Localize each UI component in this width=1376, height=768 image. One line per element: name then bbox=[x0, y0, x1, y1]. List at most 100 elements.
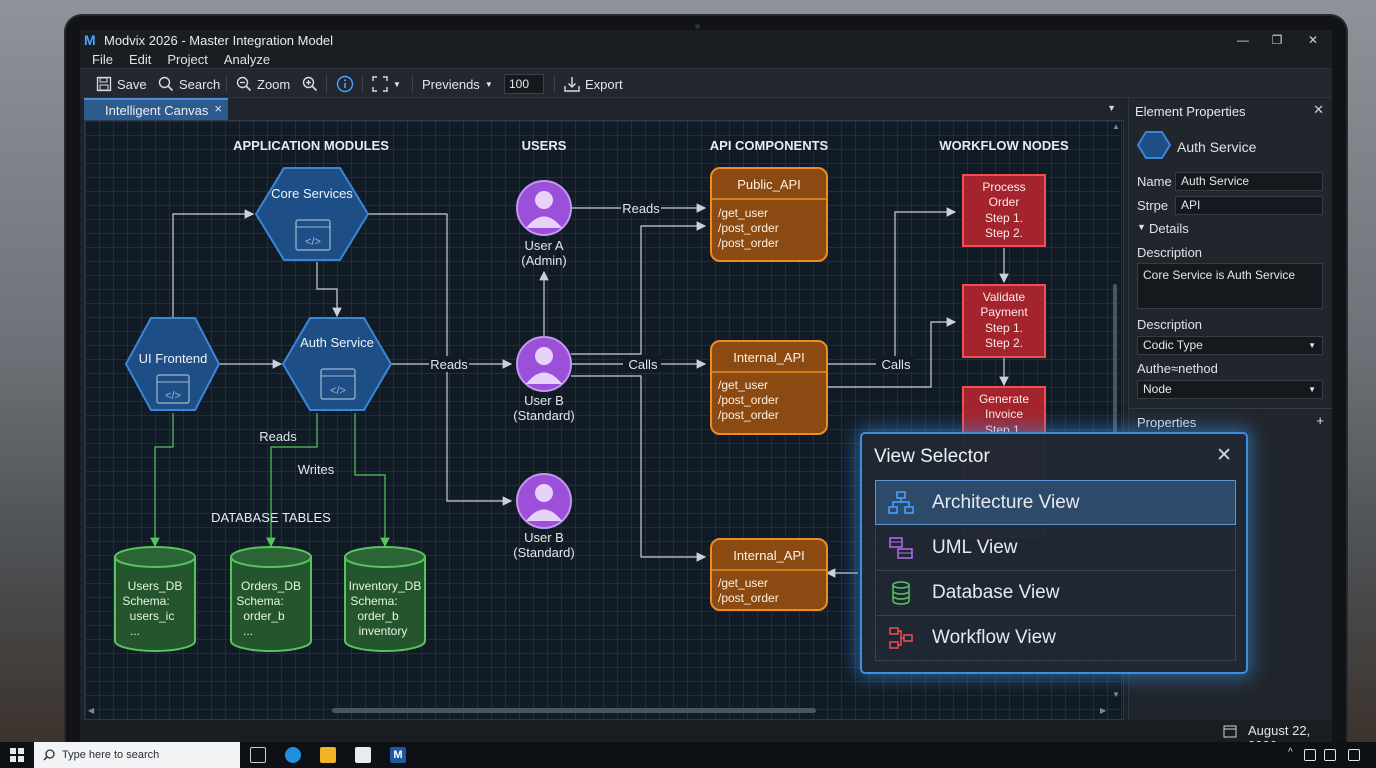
modvix-app-icon[interactable]: M bbox=[390, 747, 406, 763]
svg-text:</>: </> bbox=[165, 390, 181, 402]
section-api-components: API COMPONENTS bbox=[710, 138, 829, 153]
workflow-icon bbox=[889, 627, 913, 649]
search-button[interactable]: Search bbox=[158, 73, 220, 95]
status-date: August 22, 2026 bbox=[1248, 723, 1311, 742]
edge-label-calls: Calls bbox=[629, 357, 658, 372]
module-ui-frontend[interactable]: UI Frontend </> bbox=[124, 317, 221, 411]
db-orders[interactable]: Orders_DB Schema: order_b ... bbox=[230, 546, 312, 652]
search-icon bbox=[43, 749, 55, 761]
dialog-title: View Selector bbox=[874, 446, 990, 467]
svg-text:...: ... bbox=[243, 624, 253, 638]
export-button[interactable]: Export bbox=[564, 73, 623, 95]
volume-icon[interactable] bbox=[1324, 749, 1336, 761]
horizontal-scrollbar[interactable] bbox=[332, 708, 816, 713]
save-icon bbox=[96, 76, 112, 92]
file-explorer-icon[interactable] bbox=[320, 747, 336, 763]
caret-down-icon[interactable]: ▼ bbox=[1137, 222, 1146, 232]
svg-text:Invoice: Invoice bbox=[985, 407, 1023, 421]
close-panel-icon[interactable]: ✕ bbox=[1313, 102, 1324, 118]
maximize-button[interactable]: ❐ bbox=[1260, 30, 1294, 50]
view-option-workflow[interactable]: Workflow View bbox=[875, 616, 1236, 661]
type-label: Strpe bbox=[1137, 198, 1169, 213]
description-textarea[interactable]: Core Service is Auth Service bbox=[1137, 263, 1323, 309]
module-auth-service[interactable]: Auth Service </> bbox=[281, 317, 393, 411]
svg-text:Internal_API: Internal_API bbox=[733, 350, 805, 365]
chevron-down-icon: ▼ bbox=[1308, 341, 1316, 350]
store-icon[interactable] bbox=[355, 747, 371, 763]
node-select[interactable]: Node ▼ bbox=[1137, 380, 1323, 399]
edge-label-calls: Calls bbox=[882, 357, 911, 372]
properties-section: Properties bbox=[1137, 415, 1197, 430]
menu-project[interactable]: Project bbox=[167, 52, 207, 67]
edge-browser-icon[interactable] bbox=[285, 747, 301, 763]
info-button[interactable] bbox=[336, 73, 354, 95]
previews-dropdown[interactable]: Previends ▼ bbox=[422, 73, 493, 95]
user-b-standard[interactable]: User B (Standard) bbox=[513, 336, 575, 423]
save-button[interactable]: Save bbox=[96, 73, 147, 95]
document-tabs: Intelligent Canvas × ▼ bbox=[82, 98, 1126, 120]
zoom-level-input[interactable]: 100 bbox=[504, 74, 544, 94]
edge-label-reads: Reads bbox=[259, 429, 297, 444]
module-core-services[interactable]: Core Services </> bbox=[254, 167, 370, 261]
tab-list-dropdown-icon[interactable]: ▼ bbox=[1107, 103, 1116, 113]
scroll-right-icon[interactable]: ▶ bbox=[1100, 706, 1106, 715]
api-internal[interactable]: Internal_API /get_user /post_order bbox=[710, 538, 828, 611]
network-icon[interactable] bbox=[1304, 749, 1316, 761]
taskbar-search-input[interactable]: Type here to search bbox=[34, 742, 240, 768]
view-option-architecture[interactable]: Architecture View bbox=[875, 480, 1236, 525]
svg-text:Public_API: Public_API bbox=[737, 177, 801, 192]
db-users[interactable]: Users_DB Schema: users_ic ... bbox=[114, 546, 196, 652]
view-option-uml[interactable]: UML View bbox=[875, 526, 1236, 571]
tab-intelligent-canvas[interactable]: Intelligent Canvas × bbox=[84, 98, 228, 120]
user-b-standard[interactable]: User B (Standard) bbox=[513, 473, 575, 560]
database-icon bbox=[892, 581, 910, 605]
scroll-down-icon[interactable]: ▼ bbox=[1112, 690, 1120, 699]
tray-chevron-icon[interactable]: ^ bbox=[1288, 747, 1293, 758]
fit-view-dropdown[interactable]: ▼ bbox=[372, 73, 401, 95]
scroll-left-icon[interactable]: ◀ bbox=[88, 706, 94, 715]
windows-start-icon[interactable] bbox=[10, 748, 24, 762]
zoom-in-button[interactable] bbox=[302, 73, 318, 95]
module-label: UI Frontend bbox=[139, 351, 208, 366]
user-a-admin[interactable]: User A (Admin) bbox=[516, 180, 572, 268]
svg-text:User A: User A bbox=[524, 238, 563, 253]
svg-text:/post_order: /post_order bbox=[718, 591, 779, 605]
module-label: Auth Service bbox=[300, 335, 374, 350]
api-public[interactable]: Public_API /get_user /post_order /post_o… bbox=[710, 167, 828, 262]
scroll-up-icon[interactable]: ▲ bbox=[1112, 122, 1120, 131]
close-tab-icon[interactable]: × bbox=[214, 101, 222, 116]
minimize-button[interactable]: — bbox=[1226, 30, 1260, 50]
export-icon bbox=[564, 77, 580, 92]
workflow-process-order[interactable]: Process Order Step 1. Step 2. bbox=[962, 174, 1046, 247]
task-view-icon[interactable] bbox=[250, 747, 266, 763]
view-option-database[interactable]: Database View bbox=[875, 571, 1236, 616]
details-section[interactable]: Details bbox=[1149, 221, 1189, 236]
db-inventory[interactable]: Inventory_DB Schema: order_b inventory bbox=[344, 546, 426, 652]
close-window-button[interactable]: ✕ bbox=[1296, 30, 1330, 50]
menu-analyze[interactable]: Analyze bbox=[224, 52, 270, 67]
section-app-modules: APPLICATION MODULES bbox=[233, 138, 389, 153]
menu-edit[interactable]: Edit bbox=[129, 52, 151, 67]
description2-label: Description bbox=[1137, 317, 1203, 332]
notification-icon[interactable] bbox=[1348, 749, 1360, 761]
api-internal[interactable]: Internal_API /get_user /post_order /post… bbox=[710, 340, 828, 435]
svg-text:Step 1.: Step 1. bbox=[985, 211, 1023, 225]
svg-text:</>: </> bbox=[305, 236, 321, 248]
add-property-icon[interactable]: + bbox=[1316, 413, 1324, 428]
type-field[interactable]: API bbox=[1175, 196, 1323, 215]
svg-text:/post_order: /post_order bbox=[718, 221, 779, 235]
name-field[interactable]: Auth Service bbox=[1175, 172, 1323, 191]
type-select[interactable]: Codic Type ▼ bbox=[1137, 336, 1323, 355]
svg-text:Schema:: Schema: bbox=[122, 594, 169, 608]
svg-text:Schema:: Schema: bbox=[236, 594, 283, 608]
menu-file[interactable]: File bbox=[92, 52, 113, 67]
zoom-button[interactable]: Zoom bbox=[236, 73, 290, 95]
svg-text:/post_order: /post_order bbox=[718, 236, 779, 250]
svg-text:inventory: inventory bbox=[359, 624, 408, 638]
workflow-validate-payment[interactable]: Validate Payment Step 1. Step 2. bbox=[962, 284, 1046, 358]
hexagon-icon bbox=[1137, 131, 1171, 159]
close-dialog-icon[interactable]: ✕ bbox=[1216, 444, 1232, 467]
svg-text:Orders_DB: Orders_DB bbox=[241, 579, 301, 593]
description-label: Description bbox=[1137, 245, 1203, 260]
vertical-scrollbar[interactable] bbox=[1113, 284, 1117, 454]
